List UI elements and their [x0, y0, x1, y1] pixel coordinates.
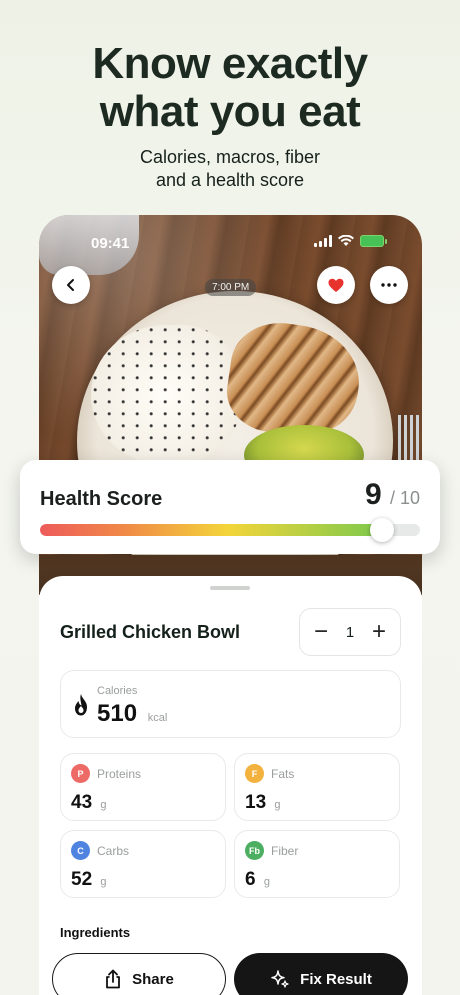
fats-value: 13	[245, 792, 267, 813]
status-time: 09:41	[91, 235, 130, 252]
fiber-label: Fiber	[271, 844, 299, 858]
proteins-value: 43	[71, 792, 93, 813]
status-bar: 09:41	[39, 233, 422, 255]
quantity-stepper: − 1 +	[299, 608, 401, 656]
increment-button[interactable]: +	[372, 620, 386, 644]
ingredients-heading: Ingredients	[60, 925, 131, 940]
photo-timestamp: 7:00 PM	[205, 279, 257, 296]
carbs-value: 52	[71, 869, 93, 890]
headline-line-2: what you eat	[99, 87, 361, 136]
health-score-label: Health Score	[40, 488, 163, 510]
fiber-unit: g	[263, 876, 270, 888]
share-icon	[106, 969, 121, 989]
sparkle-icon	[271, 970, 289, 988]
subhead-line-2: and a health score	[155, 170, 305, 190]
share-button[interactable]: Share	[52, 953, 226, 995]
fats-label: Fats	[271, 767, 295, 781]
proteins-label: Proteins	[97, 767, 142, 781]
signal-icon	[314, 235, 332, 247]
subhead-line-1: Calories, macros, fiber	[139, 147, 321, 167]
share-label: Share	[132, 970, 174, 988]
more-dots-icon	[381, 283, 397, 287]
meal-title: Grilled Chicken Bowl	[60, 622, 241, 642]
fix-result-label: Fix Result	[300, 970, 372, 988]
macro-card-proteins[interactable]: P Proteins 43 g	[60, 753, 226, 821]
battery-icon	[360, 235, 387, 247]
macro-card-fiber[interactable]: Fb Fiber 6 g	[234, 830, 400, 898]
health-score-knob[interactable]	[370, 518, 394, 542]
marketing-headline: Know exactly what you eat	[0, 40, 460, 136]
proteins-unit: g	[100, 799, 107, 811]
nutrition-sheet: Grilled Chicken Bowl − 1 + Calories 510 …	[39, 576, 422, 995]
fix-result-button[interactable]: Fix Result	[234, 953, 408, 995]
calories-label: Calories	[97, 685, 138, 697]
carbs-unit: g	[100, 876, 107, 888]
wifi-icon	[338, 235, 354, 246]
calories-value-row: 510 kcal	[97, 700, 167, 728]
macro-card-fats[interactable]: F Fats 13 g	[234, 753, 400, 821]
carbs-label: Carbs	[97, 844, 130, 858]
calories-unit: kcal	[147, 712, 168, 724]
health-score-max: / 10	[389, 488, 420, 508]
health-score-card: Health Score 9 / 10	[20, 460, 440, 554]
carbs-badge-icon: C	[71, 841, 90, 860]
fiber-value-row: 6 g	[245, 869, 270, 891]
quantity-value: 1	[345, 623, 355, 641]
more-options-button[interactable]	[370, 266, 408, 304]
calories-card[interactable]: Calories 510 kcal	[60, 670, 401, 738]
health-score-fill	[40, 524, 382, 536]
calories-value: 510	[97, 700, 138, 727]
flame-icon	[75, 694, 87, 716]
proteins-badge-icon: P	[71, 764, 90, 783]
headline-line-1: Know exactly	[92, 39, 368, 88]
fats-unit: g	[274, 799, 281, 811]
carbs-value-row: 52 g	[71, 869, 107, 891]
heart-icon	[328, 278, 344, 292]
health-score-track	[40, 524, 420, 536]
macro-card-carbs[interactable]: C Carbs 52 g	[60, 830, 226, 898]
fats-value-row: 13 g	[245, 792, 281, 814]
decrement-button[interactable]: −	[314, 620, 328, 644]
sheet-handle[interactable]	[210, 586, 250, 590]
proteins-value-row: 43 g	[71, 792, 107, 814]
fiber-badge-icon: Fb	[245, 841, 264, 860]
favorite-button[interactable]	[317, 266, 355, 304]
health-score-value: 9 / 10	[365, 478, 420, 512]
chevron-left-icon	[67, 279, 74, 291]
fiber-value: 6	[245, 869, 256, 890]
marketing-subhead: Calories, macros, fiber and a health sco…	[0, 146, 460, 192]
fats-badge-icon: F	[245, 764, 264, 783]
health-score-number: 9	[364, 478, 382, 511]
rice-image	[91, 325, 241, 465]
back-button[interactable]	[52, 266, 90, 304]
